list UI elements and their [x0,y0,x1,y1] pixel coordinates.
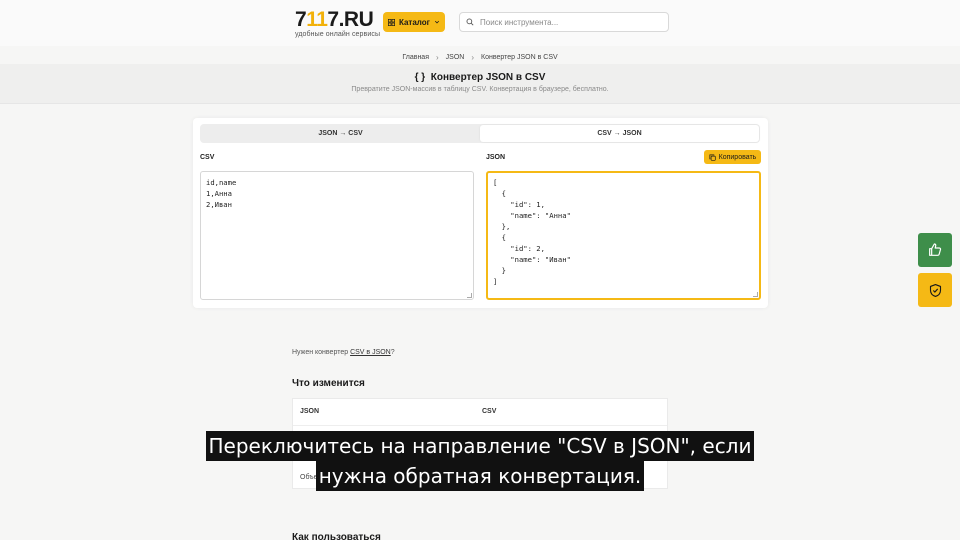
copy-icon [709,153,716,161]
search-icon [466,18,474,26]
csv-label: CSV [200,154,215,161]
json-output[interactable]: [ { "id": 1, "name": "Анна" }, { "id": 2… [486,171,761,300]
thumbs-up-icon [929,243,942,256]
changes-heading: Что изменится [292,378,365,389]
page-title: { } Конвертер JSON в CSV [414,72,546,83]
copy-button[interactable]: Копировать [704,150,761,164]
subtitle-line-2: нужна обратная конвертация. [0,461,960,491]
resize-handle[interactable] [467,293,472,298]
reverse-converter-hint: Нужен конвертер CSV в JSON? [292,349,395,356]
copy-label: Копировать [718,153,757,161]
resize-handle[interactable] [753,292,758,297]
chevron-down-icon [434,20,440,24]
table-header-csv: CSV [482,408,497,415]
search-box[interactable] [459,12,669,32]
site-logo[interactable]: 7117.RU удобные онлайн сервисы [295,8,381,38]
site-header: 7117.RU удобные онлайн сервисы Каталог [0,0,960,46]
subtitle-line-1: Переключитесь на направление "CSV в JSON… [0,431,960,461]
shield-check-icon [929,283,941,297]
grid-icon [388,18,395,26]
breadcrumb-current: Конвертер JSON в CSV [481,54,558,61]
csv-to-json-link[interactable]: CSV в JSON [350,349,391,356]
how-to-heading: Как пользоваться [292,532,381,540]
page-subtitle: Превратите JSON-массив в таблицу CSV. Ко… [351,86,609,93]
logo-tagline: удобные онлайн сервисы [295,31,381,38]
logo-text: 7117.RU [295,8,374,31]
chevron-right-icon: › [436,53,439,62]
json-label: JSON [486,154,506,161]
catalog-label: Каталог [399,17,430,27]
page-hero: { } Конвертер JSON в CSV Превратите JSON… [0,64,960,104]
chevron-right-icon: › [471,53,475,62]
tab-csv-to-json[interactable]: CSV → JSON [480,125,759,142]
table-header-json: JSON [300,408,320,415]
like-button[interactable] [918,233,952,267]
braces-icon: { } [414,72,426,83]
security-button[interactable] [918,273,952,307]
converter-card: JSON → CSV CSV → JSON CSV JSON Копироват… [193,118,768,308]
breadcrumb: Главная › JSON › Конвертер JSON в CSV [0,53,960,62]
csv-input[interactable]: id,name 1,Анна 2,Иван [200,171,474,300]
direction-tabs: JSON → CSV CSV → JSON [200,124,760,143]
breadcrumb-home[interactable]: Главная [402,54,429,61]
search-input[interactable] [480,17,660,27]
table-divider [293,425,667,426]
catalog-button[interactable]: Каталог [383,12,445,32]
breadcrumb-json[interactable]: JSON [446,54,465,61]
tab-json-to-csv[interactable]: JSON → CSV [201,125,480,142]
